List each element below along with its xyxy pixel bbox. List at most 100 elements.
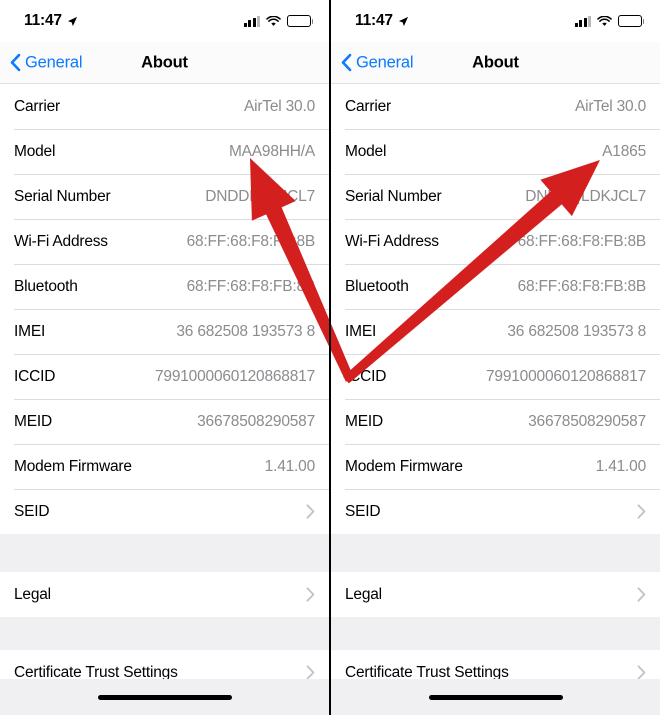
row-label: SEID — [345, 502, 381, 520]
battery-full-icon — [618, 15, 645, 27]
table-row: MEID 36678508290587 — [331, 399, 660, 444]
row-label: SEID — [14, 502, 50, 520]
table-row: ICCID 7991000060120868817 — [0, 354, 329, 399]
row-label: Modem Firmware — [345, 457, 463, 475]
row-label: Serial Number — [345, 187, 442, 205]
left-phone-screen: 11:47 General About Carrier AirTel 30.0 … — [0, 0, 329, 715]
chevron-right-icon — [637, 665, 646, 680]
row-label: ICCID — [14, 367, 56, 385]
wifi-icon — [597, 15, 612, 26]
chevron-right-icon — [637, 504, 646, 519]
status-bar-clock: 11:47 — [355, 12, 393, 29]
table-row: Modem Firmware 1.41.00 — [331, 444, 660, 489]
row-label: Bluetooth — [14, 277, 78, 295]
table-row[interactable]: Legal — [0, 572, 329, 617]
table-row: Serial Number DNDDQLDKJCL7 — [331, 174, 660, 219]
row-value: 36678508290587 — [528, 412, 646, 430]
right-phone-screen: 11:47 General About Carrier AirTel 30.0 … — [331, 0, 660, 715]
row-label: ICCID — [345, 367, 387, 385]
table-row: Wi-Fi Address 68:FF:68:F8:FB:8B — [331, 219, 660, 264]
group-separator — [0, 534, 329, 572]
row-value: AirTel 30.0 — [574, 97, 646, 115]
status-bar-left: 11:47 — [355, 12, 409, 30]
row-label: Wi-Fi Address — [345, 232, 439, 250]
home-indicator[interactable] — [97, 694, 232, 700]
status-bar-right — [243, 15, 314, 27]
cellular-signal-icon — [574, 15, 591, 27]
row-value: DNDDKXKJCL7 — [205, 187, 315, 205]
cellular-signal-icon — [243, 15, 260, 27]
status-bar: 11:47 — [0, 0, 329, 42]
table-row[interactable]: Legal — [331, 572, 660, 617]
row-value: 1.41.00 — [595, 457, 647, 475]
row-label: MEID — [345, 412, 383, 430]
table-row: Carrier AirTel 30.0 — [331, 84, 660, 129]
table-row: Wi-Fi Address 68:FF:68:F8:FB:8B — [0, 219, 329, 264]
page-title: About — [141, 53, 188, 71]
page-title: About — [472, 53, 519, 71]
table-row: Bluetooth 68:FF:68:F8:FB:8B — [0, 264, 329, 309]
row-label: Model — [14, 142, 56, 160]
row-value: A1865 — [602, 142, 646, 160]
home-indicator-area — [0, 679, 329, 715]
screenshot-stage: 11:47 General About Carrier AirTel 30.0 … — [0, 0, 660, 715]
wifi-icon — [266, 15, 281, 26]
status-bar-left: 11:47 — [24, 12, 78, 30]
row-label: MEID — [14, 412, 52, 430]
table-row: Carrier AirTel 30.0 — [0, 84, 329, 129]
table-row: IMEI 36 682508 193573 8 — [331, 309, 660, 354]
row-value: 36 682508 193573 8 — [507, 322, 646, 340]
row-label: Serial Number — [14, 187, 111, 205]
table-row: ICCID 7991000060120868817 — [331, 354, 660, 399]
table-row: Bluetooth 68:FF:68:F8:FB:8B — [331, 264, 660, 309]
table-row: MEID 36678508290587 — [0, 399, 329, 444]
row-value: 68:FF:68:F8:FB:8B — [186, 232, 316, 250]
table-group: Legal — [0, 572, 329, 617]
row-value: 68:FF:68:F8:FB:8B — [186, 277, 316, 295]
table-row[interactable]: SEID — [331, 489, 660, 534]
table-row: Model MAA98HH/A — [0, 129, 329, 174]
row-label: Legal — [345, 585, 382, 603]
row-value: MAA98HH/A — [228, 142, 315, 160]
row-label: Model — [345, 142, 387, 160]
home-indicator[interactable] — [428, 694, 563, 700]
row-label: Carrier — [14, 97, 60, 115]
row-value: 7991000060120868817 — [486, 367, 646, 385]
group-separator — [331, 534, 660, 572]
row-value: AirTel 30.0 — [243, 97, 315, 115]
row-value: DNDDQLDKJCL7 — [525, 187, 646, 205]
row-value: 1.41.00 — [264, 457, 316, 475]
status-bar-right — [574, 15, 645, 27]
about-table-view: Carrier AirTel 30.0 Model MAA98HH/A Serial N… — [0, 84, 329, 695]
chevron-right-icon — [306, 587, 315, 602]
chevron-right-icon — [306, 504, 315, 519]
group-separator — [331, 617, 660, 650]
home-indicator-area — [331, 679, 660, 715]
about-table-view: Carrier AirTel 30.0 Model A1865 Serial Numbe… — [331, 84, 660, 695]
row-label: Modem Firmware — [14, 457, 132, 475]
row-value: 68:FF:68:F8:FB:8B — [517, 277, 647, 295]
table-row[interactable]: SEID — [0, 489, 329, 534]
table-group: Carrier AirTel 30.0 Model MAA98HH/A Serial N… — [0, 84, 329, 534]
group-separator — [0, 617, 329, 650]
row-label: Wi-Fi Address — [14, 232, 108, 250]
row-label: Carrier — [345, 97, 391, 115]
row-value: 36 682508 193573 8 — [176, 322, 315, 340]
row-value: 68:FF:68:F8:FB:8B — [517, 232, 647, 250]
table-row: Serial Number DNDDKXKJCL7 — [0, 174, 329, 219]
row-label: IMEI — [14, 322, 46, 340]
navigation-bar: General About — [0, 42, 329, 84]
chevron-right-icon — [306, 665, 315, 680]
chevron-right-icon — [637, 587, 646, 602]
navigation-bar: General About — [331, 42, 660, 84]
row-value: 7991000060120868817 — [155, 367, 315, 385]
row-label: Legal — [14, 585, 51, 603]
location-arrow-icon — [67, 16, 77, 26]
location-arrow-icon — [398, 16, 408, 26]
status-bar-clock: 11:47 — [24, 12, 62, 29]
table-row: IMEI 36 682508 193573 8 — [0, 309, 329, 354]
table-row: Model A1865 — [331, 129, 660, 174]
row-value: 36678508290587 — [197, 412, 315, 430]
table-group: Legal — [331, 572, 660, 617]
row-label: Bluetooth — [345, 277, 409, 295]
